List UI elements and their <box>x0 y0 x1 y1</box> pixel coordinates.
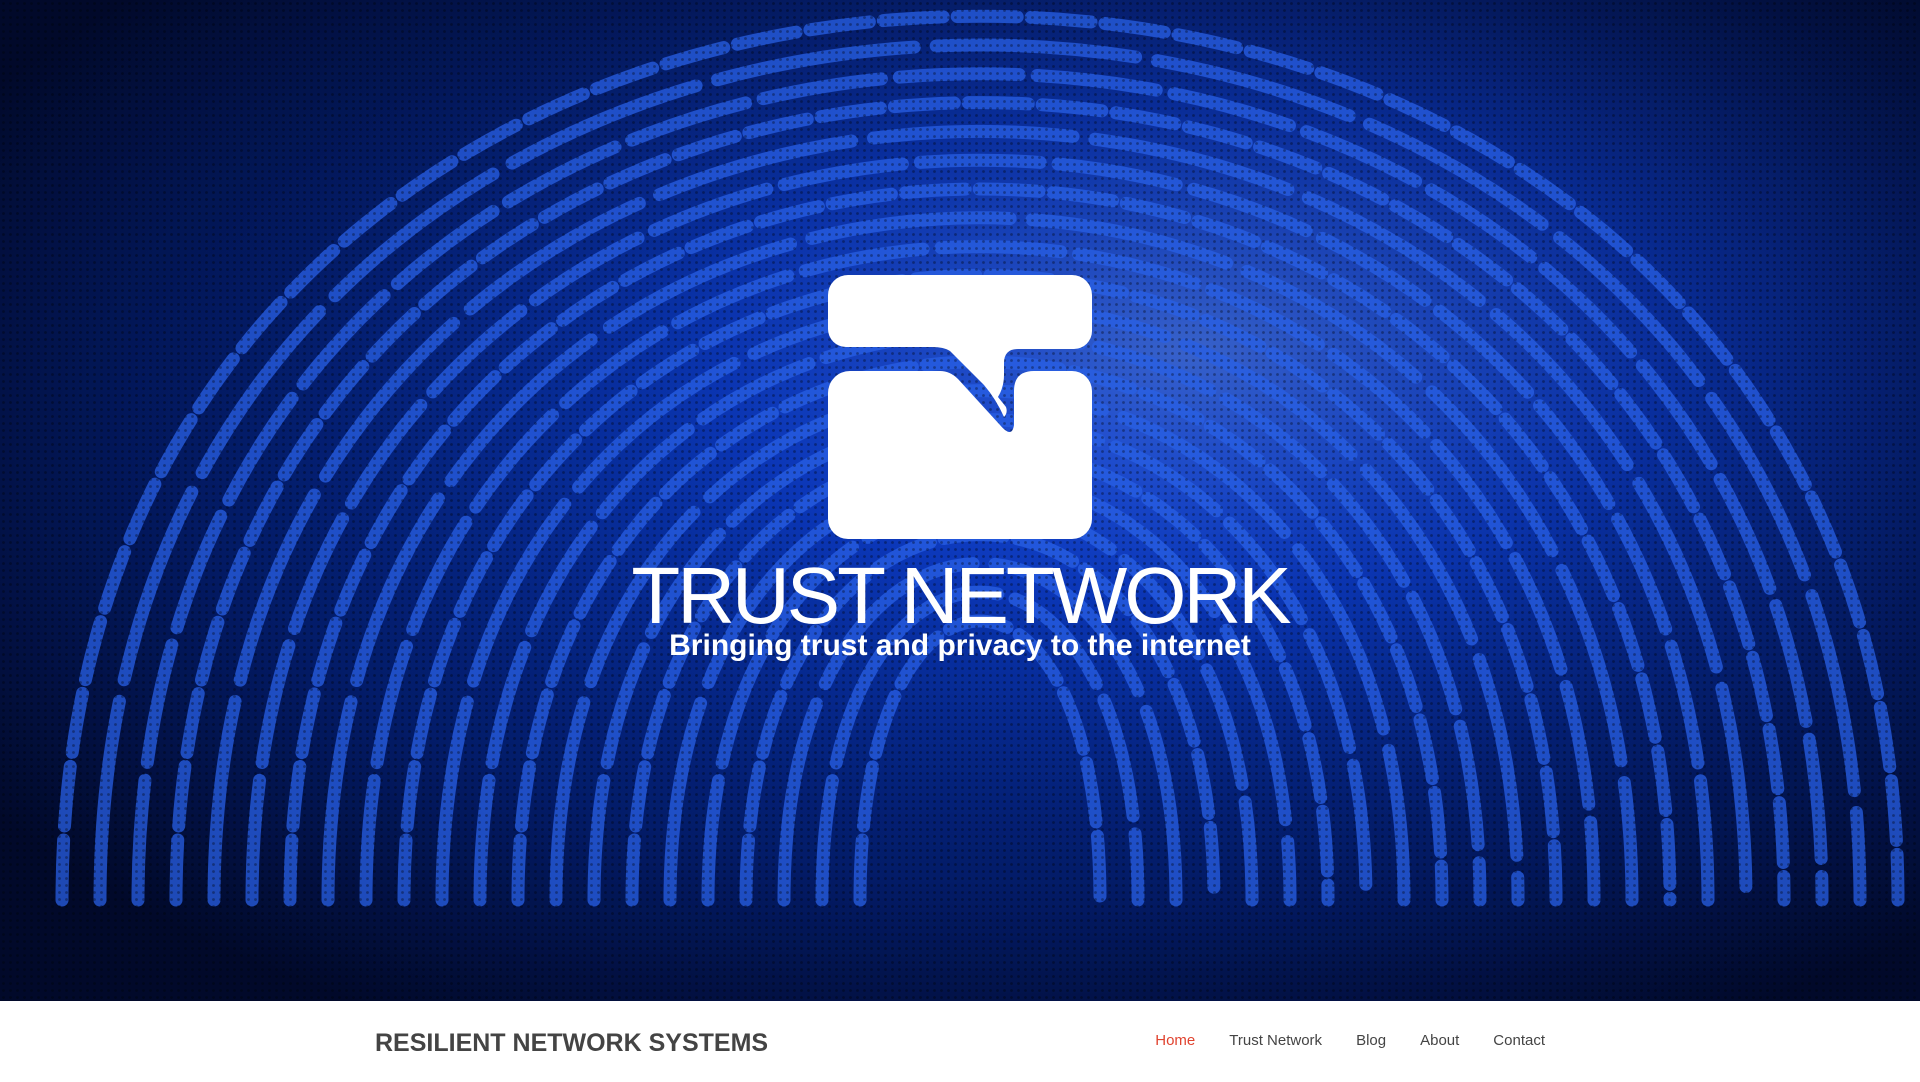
hero-banner: TRUST NETWORK Bringing trust and privacy… <box>0 0 1920 1001</box>
nav-item-about[interactable]: About <box>1420 1032 1459 1049</box>
main-nav: Home Trust Network Blog About Contact <box>1121 1032 1545 1049</box>
logo-area: TRUST NETWORK Bringing trust and privacy… <box>0 0 1920 1001</box>
nav-item-trust-network[interactable]: Trust Network <box>1229 1032 1322 1049</box>
site-header: RESILIENT NETWORK SYSTEMS Home Trust Net… <box>0 1001 1920 1082</box>
nav-item-contact[interactable]: Contact <box>1493 1032 1545 1049</box>
site-name-link[interactable]: RESILIENT NETWORK SYSTEMS <box>375 1029 768 1058</box>
hero-tagline: Bringing trust and privacy to the intern… <box>669 629 1251 662</box>
nav-item-home[interactable]: Home <box>1155 1032 1195 1049</box>
trust-network-logo-icon <box>828 275 1092 539</box>
nav-item-blog[interactable]: Blog <box>1356 1032 1386 1049</box>
